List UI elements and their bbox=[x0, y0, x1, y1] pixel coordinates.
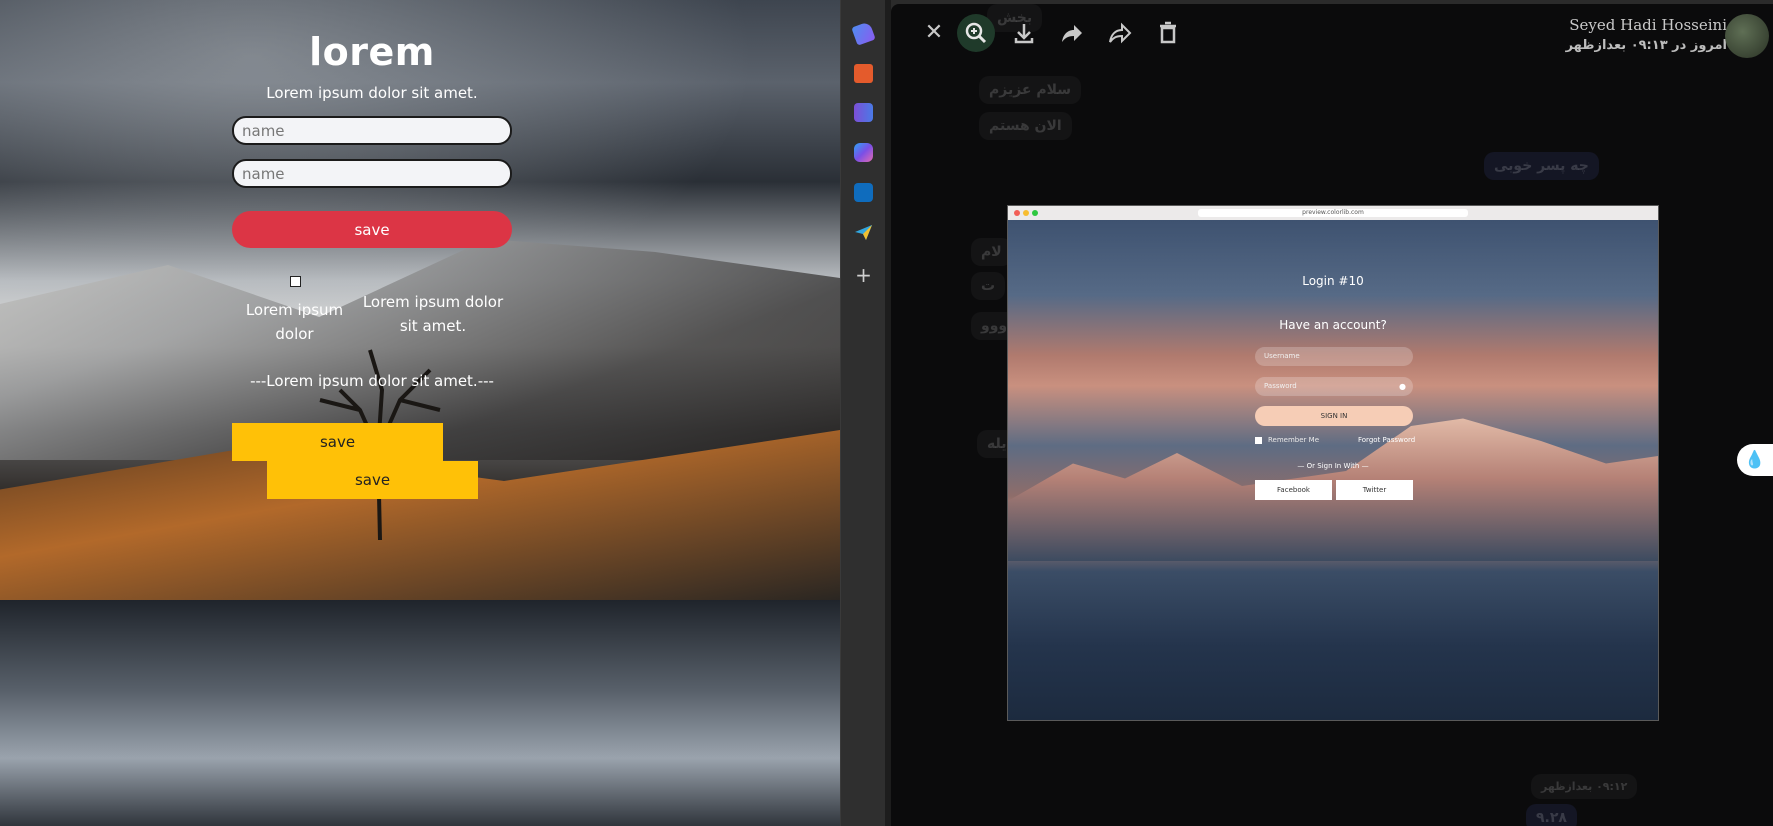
close-icon[interactable]: ✕ bbox=[915, 14, 953, 52]
edge-sidebar: + bbox=[840, 0, 885, 826]
checkbox-label-a: Lorem ipsum dolor bbox=[245, 301, 344, 343]
chat-message: سلام عزیزم bbox=[979, 76, 1082, 104]
share-icon[interactable] bbox=[1101, 14, 1139, 52]
forward-icon[interactable] bbox=[1053, 14, 1091, 52]
checkbox-icon bbox=[1255, 436, 1262, 444]
name-input-1[interactable] bbox=[232, 116, 512, 145]
sign-in-button: SIGN IN bbox=[1255, 406, 1413, 426]
author-name: Seyed Hadi Hosseini bbox=[1569, 16, 1727, 34]
zoom-in-icon[interactable] bbox=[957, 14, 995, 52]
form-title: lorem bbox=[309, 30, 435, 74]
chess-piece-icon[interactable] bbox=[854, 103, 873, 122]
outlook-icon[interactable] bbox=[854, 183, 873, 202]
forgot-password-link: Forgot Password bbox=[1358, 436, 1416, 444]
save-button-yellow-2[interactable]: save bbox=[267, 461, 478, 499]
author-info: Seyed Hadi Hosseini امروز در ۰۹:۱۳ بعداز… bbox=[1565, 14, 1769, 58]
remember-me: Remember Me bbox=[1255, 436, 1319, 444]
send-icon[interactable] bbox=[854, 223, 873, 242]
left-browser-page: lorem Lorem ipsum dolor sit amet. save L… bbox=[0, 0, 840, 826]
chat-message: ت bbox=[971, 272, 1006, 300]
password-field: Password ● bbox=[1255, 377, 1413, 396]
copilot-icon[interactable] bbox=[854, 143, 873, 162]
twitter-button: Twitter bbox=[1336, 480, 1413, 500]
form-container: lorem Lorem ipsum dolor sit amet. save L… bbox=[232, 30, 512, 390]
message-time: امروز در ۰۹:۱۳ بعدازظهر bbox=[1565, 38, 1727, 53]
plus-icon[interactable]: + bbox=[854, 265, 873, 285]
login-title: Login #10 bbox=[1302, 274, 1364, 288]
delete-icon[interactable] bbox=[1149, 14, 1187, 52]
viewed-image[interactable]: preview.colorlib.com Login #10 Have an a… bbox=[1007, 205, 1659, 721]
url-bar: preview.colorlib.com bbox=[1198, 209, 1468, 217]
chat-message: ۹.۲۸ bbox=[1526, 804, 1577, 826]
download-icon[interactable] bbox=[1005, 14, 1043, 52]
window-zoom-dot bbox=[1032, 210, 1038, 216]
checkbox[interactable] bbox=[290, 276, 301, 287]
name-input-2[interactable] bbox=[232, 159, 512, 188]
chat-message: الان هستم bbox=[979, 112, 1072, 140]
briefcase-icon[interactable] bbox=[854, 64, 873, 83]
username-field: Username bbox=[1255, 347, 1413, 366]
window-minimize-dot bbox=[1023, 210, 1029, 216]
checkbox-group: Lorem ipsum dolor Lorem ipsum dolor sit … bbox=[232, 276, 512, 366]
viewer-toolbar: ✕ Seyed Hadi Hosseini امروز در ۰۹:۱۳ بعد… bbox=[891, 4, 1773, 60]
chat-message: ۰۹:۱۲ بعدازظهر bbox=[1531, 774, 1638, 799]
or-divider: — Or Sign In With — bbox=[1297, 462, 1369, 470]
facebook-button: Facebook bbox=[1255, 480, 1332, 500]
save-button-red[interactable]: save bbox=[232, 211, 512, 248]
form-subtitle: Lorem ipsum dolor sit amet. bbox=[266, 84, 478, 102]
password-placeholder: Password bbox=[1264, 382, 1297, 390]
chat-message: چه پسر خوبی bbox=[1484, 152, 1599, 180]
background-lake bbox=[0, 600, 840, 826]
remember-label: Remember Me bbox=[1268, 436, 1319, 444]
save-button-yellow-1[interactable]: save bbox=[232, 423, 443, 461]
login-heading: Have an account? bbox=[1279, 318, 1387, 332]
tag-icon[interactable] bbox=[851, 21, 876, 46]
checkbox-label-b: Lorem ipsum dolor sit amet. bbox=[362, 293, 504, 335]
chat-message: لام bbox=[971, 238, 1012, 266]
avatar[interactable] bbox=[1725, 14, 1769, 58]
water-drop-icon[interactable]: 💧 bbox=[1737, 444, 1773, 476]
mac-window-chrome: preview.colorlib.com bbox=[1008, 206, 1658, 220]
window-close-dot bbox=[1014, 210, 1020, 216]
eye-icon: ● bbox=[1399, 382, 1406, 391]
telegram-media-viewer: بخش سلام عزیزم الان هستم چه پسر خوبی لام… bbox=[891, 4, 1773, 826]
divider-text: ---Lorem ipsum dolor sit amet.--- bbox=[250, 372, 494, 390]
